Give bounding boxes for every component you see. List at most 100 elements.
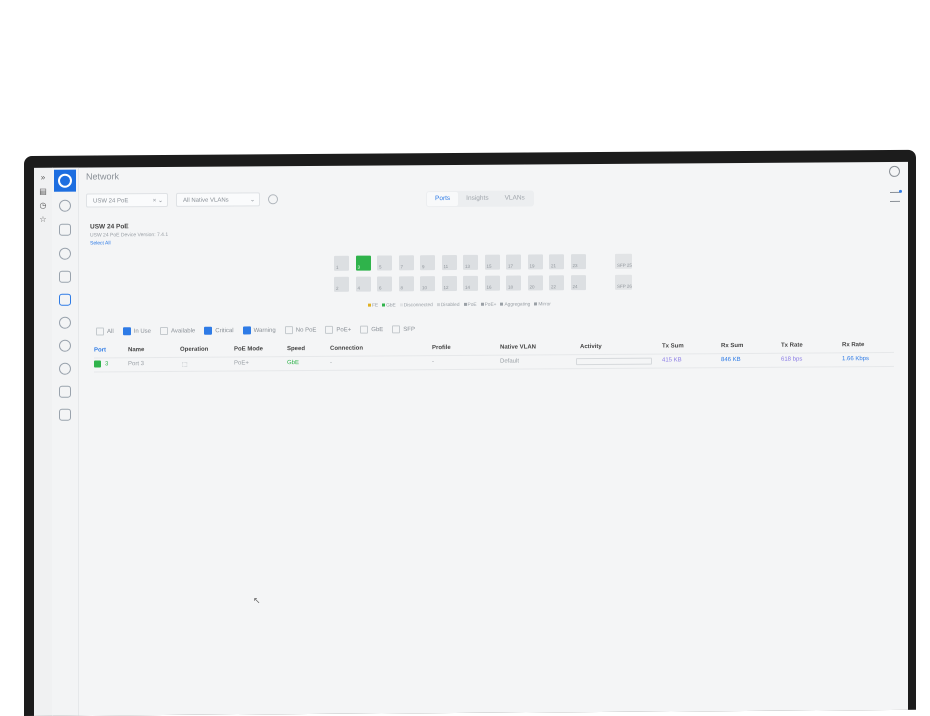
sfp-port-1[interactable]: SFP 25 [615,253,632,269]
port-1[interactable]: 1 [334,255,349,271]
port-7[interactable]: 7 [398,255,414,271]
port-22[interactable]: 22 [549,275,564,291]
tab-ports[interactable]: Ports [427,191,459,207]
col-tx-rate[interactable]: Tx Rate [781,343,803,349]
user-icon[interactable] [889,165,900,177]
filter-warning[interactable]: Warning [242,326,276,335]
col-tx-sum[interactable]: Tx Sum [662,343,684,349]
ports-icon[interactable] [59,293,71,306]
col-port[interactable]: Port [94,347,106,353]
filter-in-use[interactable]: In Use [122,327,151,336]
port-24[interactable]: 24 [570,275,586,291]
tab-insights[interactable]: Insights [458,192,496,206]
port-21[interactable]: 21 [549,254,564,270]
port-18[interactable]: 18 [506,275,521,291]
unifi-logo[interactable] [54,169,76,192]
port-23[interactable]: 23 [570,254,586,270]
port-6[interactable]: 6 [377,276,392,292]
checkbox[interactable] [325,325,334,334]
filter-sfp[interactable]: SFP [392,325,415,334]
col-speed[interactable]: Speed [287,346,305,352]
sfp-port-2[interactable]: SFP 26 [615,274,632,290]
files-icon[interactable]: ▤ [39,187,47,196]
device-select[interactable]: USW 24 PoE × ⌄ [86,192,168,208]
filter-all[interactable]: All [96,327,114,336]
port-13[interactable]: 13 [463,254,478,270]
col-poe-mode[interactable]: PoE Mode [234,346,263,352]
legend-label: FE [372,303,379,309]
port-9[interactable]: 9 [420,255,435,271]
col-operation[interactable]: Operation [180,347,208,353]
tab-vlans[interactable]: VLANs [497,191,533,205]
checkbox[interactable] [122,327,131,336]
port-number: 17 [508,263,514,269]
filter-gbe[interactable]: GbE [360,325,383,334]
forward-icon[interactable]: » [39,173,47,182]
col-connection[interactable]: Connection [330,346,363,352]
port-number: 4 [357,285,361,291]
port-3[interactable]: 3 [355,255,371,271]
calendar-icon[interactable] [59,408,71,421]
col-profile[interactable]: Profile [432,345,451,351]
select-all-link[interactable]: Select All [90,240,168,246]
port-15[interactable]: 15 [484,254,500,270]
port-number: 10 [422,285,428,291]
filter-no-poe[interactable]: No PoE [284,326,316,335]
port-2[interactable]: 2 [334,276,349,292]
os-sidebar: » ▤ ◷ ☆ [34,167,53,716]
history-icon[interactable]: ◷ [39,201,47,210]
chevron-down-icon: × ⌄ [152,198,163,205]
port-10[interactable]: 10 [420,276,435,292]
port-number: 16 [486,284,492,290]
cell-port[interactable]: 3 [105,361,108,367]
port-number: 3 [357,264,361,270]
checkbox[interactable] [392,325,401,334]
gear-icon[interactable] [268,194,278,205]
dashboard-icon[interactable] [59,199,71,212]
cell-speed: GbE [287,360,300,367]
checkbox[interactable] [284,326,293,335]
col-name[interactable]: Name [128,347,144,353]
cell-operation: ⬚ [182,361,188,368]
checkbox[interactable] [96,327,104,336]
port-14[interactable]: 14 [463,275,478,291]
security-icon[interactable] [59,316,71,329]
checkbox[interactable] [360,325,369,334]
port-20[interactable]: 20 [527,275,543,291]
clients-icon[interactable] [59,339,71,352]
nav-rail [52,167,79,716]
port-17[interactable]: 17 [506,254,521,270]
col-native-vlan[interactable]: Native VLAN [500,344,536,350]
vlan-select[interactable]: All Native VLANs ⌄ [176,192,260,207]
port-status-icon [94,360,101,368]
checkbox[interactable] [160,326,169,336]
wifi-icon[interactable] [59,247,71,260]
port-number: SFP 26 [617,283,632,289]
checkbox[interactable] [242,326,251,335]
filter-available[interactable]: Available [160,326,195,336]
legend-swatch [399,303,403,307]
settings-icon[interactable] [59,362,71,375]
filter-poe-[interactable]: PoE+ [325,325,351,334]
col-rx-rate[interactable]: Rx Rate [842,342,864,348]
device-select-value: USW 24 PoE [93,198,129,205]
topology-icon[interactable] [59,223,71,236]
port-5[interactable]: 5 [377,255,392,271]
col-rx-sum[interactable]: Rx Sum [721,343,743,349]
filter-critical[interactable]: Critical [204,326,234,335]
devices-icon[interactable] [59,270,71,283]
activity-bar [576,357,652,366]
port-12[interactable]: 12 [441,275,457,292]
port-11[interactable]: 11 [441,254,457,271]
port-number: 20 [529,284,535,290]
port-16[interactable]: 16 [484,275,500,291]
filter-settings-icon[interactable] [890,191,900,202]
port-4[interactable]: 4 [355,276,371,292]
checkbox[interactable] [204,326,213,335]
port-8[interactable]: 8 [398,276,414,292]
star-icon[interactable]: ☆ [39,215,47,224]
port-19[interactable]: 19 [527,254,543,270]
cell-profile: - [432,359,434,366]
col-activity[interactable]: Activity [580,344,602,350]
logs-icon[interactable] [59,385,71,398]
